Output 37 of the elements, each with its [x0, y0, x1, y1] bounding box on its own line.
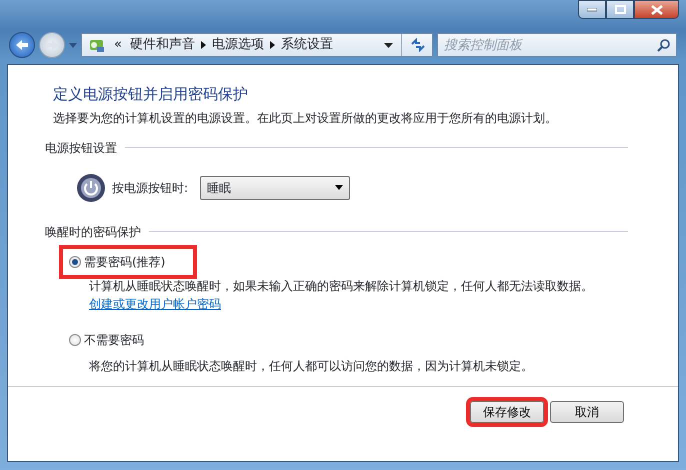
control-panel-icon	[88, 37, 106, 53]
search-field[interactable]: 搜索控制面板	[437, 33, 677, 57]
caret-icon	[335, 185, 344, 190]
password-link[interactable]: 创建或更改用户帐户密码	[89, 296, 221, 310]
close-button[interactable]	[634, 0, 679, 19]
forward-arrow-icon	[45, 39, 59, 51]
power-icon	[76, 172, 106, 202]
radio-button[interactable]	[69, 334, 81, 346]
dropdown-caret-icon[interactable]	[384, 42, 393, 48]
power-action-dropdown[interactable]: 睡眠	[200, 176, 350, 200]
breadcrumb-item[interactable]: 电源选项	[212, 35, 264, 55]
section-heading: 唤醒时的密码保护	[45, 224, 141, 240]
power-button-label: 按电源按钮时:	[112, 180, 188, 196]
refresh-icon[interactable]	[410, 38, 426, 52]
radio-button[interactable]	[69, 256, 81, 268]
option-description: 计算机从睡眠状态唤醒时，如果未输入正确的密码来解除计算机锁定，任何人都无法读取数据。 创建或更改用户帐户密码	[89, 278, 594, 312]
breadcrumb-overflow[interactable]: «	[114, 35, 122, 55]
breadcrumb-item[interactable]: 系统设置	[280, 35, 333, 55]
page-description: 选择要为您的计算机设置的电源设置。在此页上对设置所做的更改将应用于您所有的电源计划。	[53, 110, 558, 126]
chevron-icon[interactable]	[200, 41, 206, 49]
radio-label[interactable]: 不需要密码	[84, 330, 144, 348]
back-button[interactable]	[9, 32, 35, 58]
radio-label[interactable]: 需要密码(推荐)	[84, 252, 166, 270]
maximize-icon	[614, 5, 626, 14]
page-title: 定义电源按钮并启用密码保护	[53, 84, 249, 105]
search-icon	[657, 39, 670, 52]
dialog-button[interactable]: 取消	[550, 401, 624, 423]
section-heading: 电源按钮设置	[45, 140, 117, 156]
option-description: 将您的计算机从睡眠状态唤醒时，任何人都可以访问您的数据，因为计算机未锁定。	[89, 358, 534, 374]
chevron-icon[interactable]	[270, 41, 275, 49]
breadcrumb-item[interactable]: 硬件和声音	[130, 35, 195, 55]
close-icon	[650, 4, 662, 14]
minimize-button[interactable]	[578, 0, 606, 19]
back-arrow-icon	[15, 39, 29, 51]
address-bar[interactable]: « 硬件和声音 电源选项 系统设置	[81, 33, 433, 57]
minimize-icon	[587, 8, 597, 12]
maximize-button[interactable]	[606, 0, 634, 19]
